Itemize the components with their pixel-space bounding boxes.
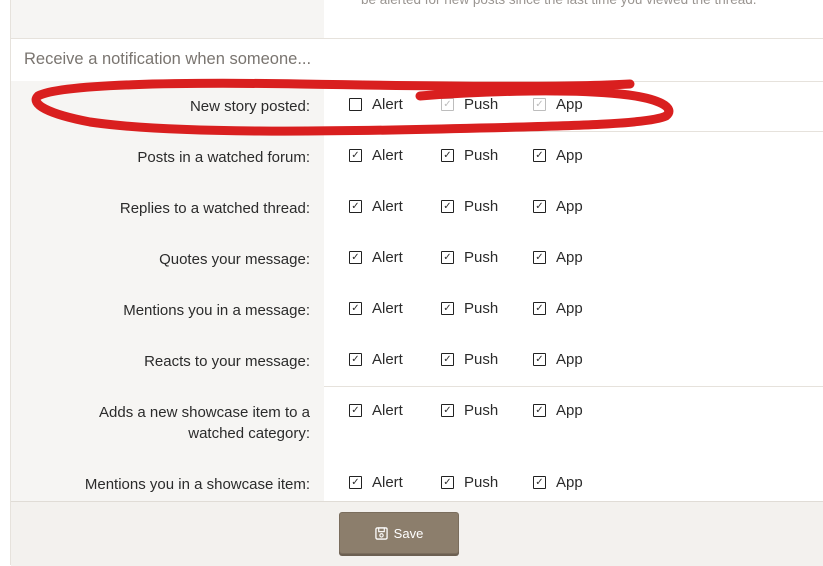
check-icon: ✓ (349, 302, 362, 315)
alert-checkbox[interactable]: ✓ Alert (349, 351, 403, 368)
check-icon: ✓ (349, 251, 362, 264)
check-icon: ✓ (533, 98, 546, 111)
app-checkbox[interactable]: ✓ App (533, 351, 583, 368)
app-checkbox[interactable]: ✓ App (533, 474, 583, 491)
watch-hint-text: be alerted for new posts since the last … (361, 0, 756, 11)
row-label: Mentions you in a message: (123, 302, 310, 319)
save-icon (374, 526, 388, 540)
app-checkbox[interactable]: ✓ App (533, 300, 583, 317)
push-checkbox[interactable]: ✓ Push (441, 198, 498, 215)
check-icon: ✓ (441, 98, 454, 111)
check-icon: ✓ (349, 404, 362, 417)
row-label: Reacts to your message: (144, 353, 310, 370)
check-icon: ✓ (533, 476, 546, 489)
check-icon: ✓ (533, 251, 546, 264)
check-icon: ✓ (349, 149, 362, 162)
alert-checkbox[interactable]: ✓ Alert (349, 249, 403, 266)
check-icon: ✓ (349, 200, 362, 213)
alert-checkbox[interactable]: Alert (349, 96, 403, 113)
push-checkbox[interactable]: ✓ Push (441, 351, 498, 368)
check-icon: ✓ (349, 353, 362, 366)
push-checkbox[interactable]: ✓ Push (441, 300, 498, 317)
check-icon: ✓ (533, 149, 546, 162)
row-label: Mentions you in a showcase item: (84, 476, 310, 493)
check-icon: ✓ (533, 200, 546, 213)
check-icon: ✓ (533, 353, 546, 366)
row-label-line: watched category: (188, 425, 310, 442)
push-checkbox[interactable]: ✓ Push (441, 402, 498, 419)
top-hint-area: be alerted for new posts since the last … (11, 0, 823, 38)
row-label: Replies to a watched thread: (119, 200, 310, 217)
row-label-line: Adds a new showcase item to a (99, 404, 310, 421)
row-label: Adds a new showcase item to a watched ca… (11, 402, 310, 444)
push-checkbox[interactable]: ✓ Push (441, 147, 498, 164)
row-label: New story posted: (189, 98, 310, 115)
app-checkbox[interactable]: ✓ App (533, 249, 583, 266)
alert-checkbox[interactable]: ✓ Alert (349, 147, 403, 164)
alert-checkbox[interactable]: ✓ Alert (349, 402, 403, 419)
form-footer: Save (11, 501, 823, 566)
row-label: Quotes your message: (159, 251, 310, 268)
app-checkbox[interactable]: ✓ App (533, 402, 583, 419)
section-header-text: Receive a notification when someone... (24, 50, 312, 68)
save-button[interactable]: Save (339, 512, 459, 554)
app-checkbox[interactable]: ✓ App (533, 198, 583, 215)
row-label: Posts in a watched forum: (137, 149, 310, 166)
push-checkbox[interactable]: ✓ Push (441, 96, 498, 113)
check-icon: ✓ (441, 404, 454, 417)
app-checkbox[interactable]: ✓ App (533, 96, 583, 113)
divider (324, 131, 823, 132)
check-icon: ✓ (441, 149, 454, 162)
save-button-label: Save (393, 525, 424, 541)
alert-checkbox[interactable]: ✓ Alert (349, 198, 403, 215)
push-checkbox[interactable]: ✓ Push (441, 474, 498, 491)
check-icon: ✓ (441, 476, 454, 489)
check-icon: ✓ (441, 302, 454, 315)
label-column-bg (11, 0, 324, 38)
check-icon: ✓ (441, 200, 454, 213)
notification-preferences-panel: be alerted for new posts since the last … (10, 0, 823, 566)
check-icon: ✓ (349, 476, 362, 489)
check-icon: ✓ (533, 404, 546, 417)
unchecked-icon (349, 98, 362, 111)
check-icon: ✓ (441, 353, 454, 366)
push-checkbox[interactable]: ✓ Push (441, 249, 498, 266)
alert-checkbox[interactable]: ✓ Alert (349, 474, 403, 491)
check-icon: ✓ (533, 302, 546, 315)
app-checkbox[interactable]: ✓ App (533, 147, 583, 164)
divider (324, 386, 823, 387)
section-header: Receive a notification when someone... (11, 38, 823, 82)
check-icon: ✓ (441, 251, 454, 264)
alert-checkbox[interactable]: ✓ Alert (349, 300, 403, 317)
